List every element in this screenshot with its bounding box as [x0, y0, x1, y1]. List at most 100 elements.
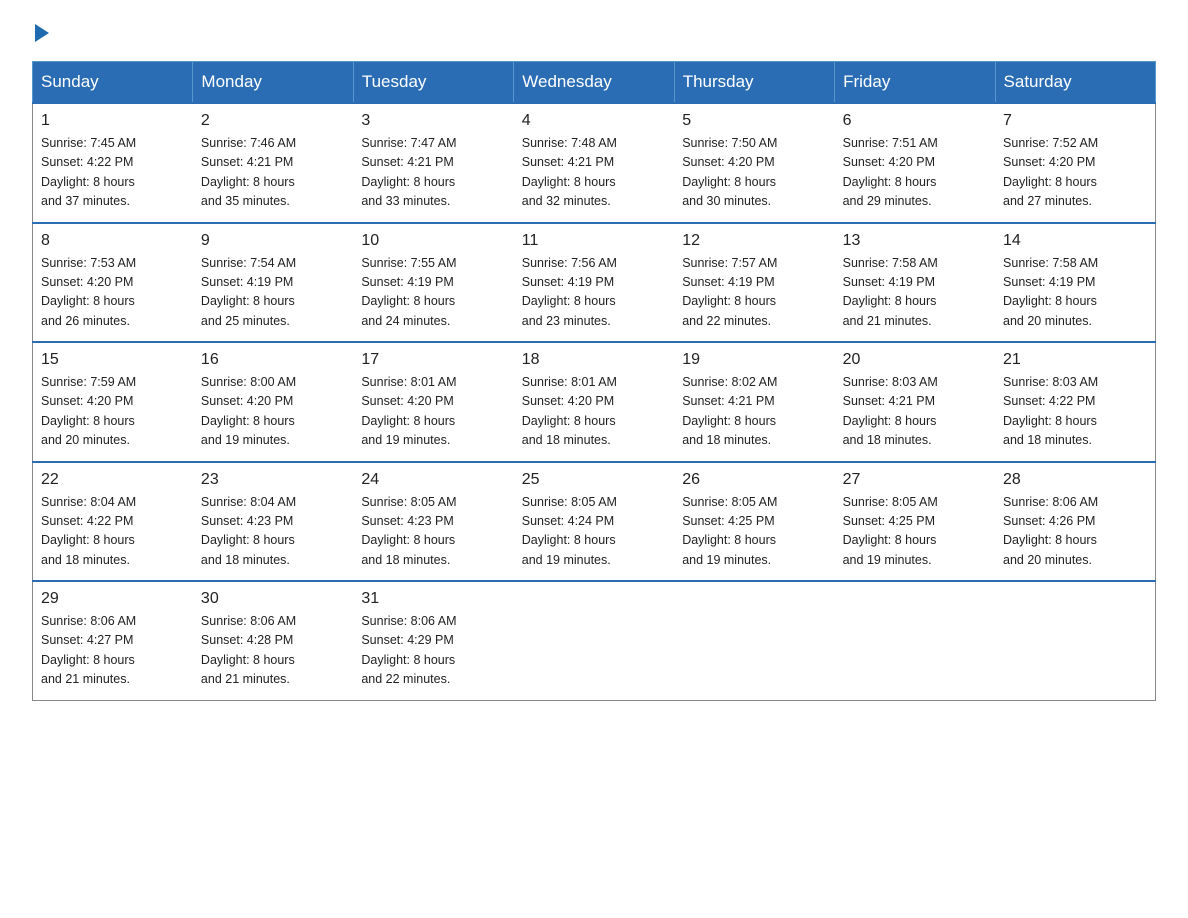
calendar-day-cell: 1 Sunrise: 7:45 AM Sunset: 4:22 PM Daylig…	[33, 103, 193, 223]
day-number: 6	[843, 112, 987, 130]
day-number: 24	[361, 471, 505, 489]
day-number: 14	[1003, 232, 1147, 250]
calendar-day-cell: 22 Sunrise: 8:04 AM Sunset: 4:22 PM Dayli…	[33, 462, 193, 582]
day-info: Sunrise: 7:47 AM Sunset: 4:21 PM Dayligh…	[361, 134, 505, 212]
calendar-day-cell: 27 Sunrise: 8:05 AM Sunset: 4:25 PM Dayli…	[835, 462, 995, 582]
calendar-week-row-2: 8 Sunrise: 7:53 AM Sunset: 4:20 PM Daylig…	[33, 223, 1156, 343]
calendar-day-cell: 26 Sunrise: 8:05 AM Sunset: 4:25 PM Dayli…	[674, 462, 834, 582]
day-info: Sunrise: 8:06 AM Sunset: 4:27 PM Dayligh…	[41, 612, 185, 690]
day-info: Sunrise: 8:02 AM Sunset: 4:21 PM Dayligh…	[682, 373, 826, 451]
day-number: 28	[1003, 471, 1147, 489]
day-number: 30	[201, 590, 345, 608]
day-info: Sunrise: 7:46 AM Sunset: 4:21 PM Dayligh…	[201, 134, 345, 212]
day-info: Sunrise: 8:03 AM Sunset: 4:21 PM Dayligh…	[843, 373, 987, 451]
logo-triangle-icon	[35, 24, 49, 42]
day-info: Sunrise: 7:59 AM Sunset: 4:20 PM Dayligh…	[41, 373, 185, 451]
day-number: 27	[843, 471, 987, 489]
day-number: 21	[1003, 351, 1147, 369]
calendar-day-cell: 18 Sunrise: 8:01 AM Sunset: 4:20 PM Dayli…	[514, 342, 674, 462]
calendar-header-wednesday: Wednesday	[514, 62, 674, 104]
logo	[32, 24, 49, 43]
calendar-day-cell: 28Sunrise: 8:06 AM Sunset: 4:26 PM Dayli…	[995, 462, 1155, 582]
day-info: Sunrise: 8:03 AM Sunset: 4:22 PM Dayligh…	[1003, 373, 1147, 451]
day-info: Sunrise: 7:57 AM Sunset: 4:19 PM Dayligh…	[682, 254, 826, 332]
calendar-day-cell: 23 Sunrise: 8:04 AM Sunset: 4:23 PM Dayli…	[193, 462, 353, 582]
calendar-day-cell	[514, 581, 674, 700]
calendar-header-row: SundayMondayTuesdayWednesdayThursdayFrid…	[33, 62, 1156, 104]
day-number: 23	[201, 471, 345, 489]
calendar-day-cell: 17 Sunrise: 8:01 AM Sunset: 4:20 PM Dayli…	[353, 342, 513, 462]
calendar-day-cell: 9Sunrise: 7:54 AM Sunset: 4:19 PM Daylig…	[193, 223, 353, 343]
day-number: 17	[361, 351, 505, 369]
day-number: 13	[843, 232, 987, 250]
calendar-day-cell: 3 Sunrise: 7:47 AM Sunset: 4:21 PM Daylig…	[353, 103, 513, 223]
calendar-day-cell: 4 Sunrise: 7:48 AM Sunset: 4:21 PM Daylig…	[514, 103, 674, 223]
day-info: Sunrise: 8:01 AM Sunset: 4:20 PM Dayligh…	[361, 373, 505, 451]
calendar-header-thursday: Thursday	[674, 62, 834, 104]
day-number: 22	[41, 471, 185, 489]
calendar-day-cell: 14Sunrise: 7:58 AM Sunset: 4:19 PM Dayli…	[995, 223, 1155, 343]
calendar-week-row-3: 15 Sunrise: 7:59 AM Sunset: 4:20 PM Dayli…	[33, 342, 1156, 462]
day-info: Sunrise: 8:06 AM Sunset: 4:29 PM Dayligh…	[361, 612, 505, 690]
calendar-week-row-5: 29Sunrise: 8:06 AM Sunset: 4:27 PM Dayli…	[33, 581, 1156, 700]
day-info: Sunrise: 8:01 AM Sunset: 4:20 PM Dayligh…	[522, 373, 666, 451]
calendar-day-cell: 8 Sunrise: 7:53 AM Sunset: 4:20 PM Daylig…	[33, 223, 193, 343]
calendar-day-cell: 10Sunrise: 7:55 AM Sunset: 4:19 PM Dayli…	[353, 223, 513, 343]
day-info: Sunrise: 7:50 AM Sunset: 4:20 PM Dayligh…	[682, 134, 826, 212]
day-info: Sunrise: 8:05 AM Sunset: 4:24 PM Dayligh…	[522, 493, 666, 571]
day-number: 15	[41, 351, 185, 369]
day-info: Sunrise: 8:04 AM Sunset: 4:22 PM Dayligh…	[41, 493, 185, 571]
day-number: 9	[201, 232, 345, 250]
day-number: 31	[361, 590, 505, 608]
calendar-day-cell: 21 Sunrise: 8:03 AM Sunset: 4:22 PM Dayli…	[995, 342, 1155, 462]
day-number: 25	[522, 471, 666, 489]
day-number: 3	[361, 112, 505, 130]
calendar-day-cell: 13 Sunrise: 7:58 AM Sunset: 4:19 PM Dayli…	[835, 223, 995, 343]
day-info: Sunrise: 8:06 AM Sunset: 4:28 PM Dayligh…	[201, 612, 345, 690]
calendar-header-sunday: Sunday	[33, 62, 193, 104]
day-number: 1	[41, 112, 185, 130]
calendar-day-cell	[674, 581, 834, 700]
day-number: 12	[682, 232, 826, 250]
calendar-week-row-1: 1 Sunrise: 7:45 AM Sunset: 4:22 PM Daylig…	[33, 103, 1156, 223]
calendar-day-cell: 24Sunrise: 8:05 AM Sunset: 4:23 PM Dayli…	[353, 462, 513, 582]
day-info: Sunrise: 7:48 AM Sunset: 4:21 PM Dayligh…	[522, 134, 666, 212]
calendar-day-cell: 12 Sunrise: 7:57 AM Sunset: 4:19 PM Dayli…	[674, 223, 834, 343]
calendar-header-monday: Monday	[193, 62, 353, 104]
page-header	[32, 24, 1156, 43]
day-info: Sunrise: 7:55 AM Sunset: 4:19 PM Dayligh…	[361, 254, 505, 332]
calendar-header-tuesday: Tuesday	[353, 62, 513, 104]
day-number: 11	[522, 232, 666, 250]
calendar-table: SundayMondayTuesdayWednesdayThursdayFrid…	[32, 61, 1156, 701]
day-number: 7	[1003, 112, 1147, 130]
day-number: 18	[522, 351, 666, 369]
calendar-day-cell: 25 Sunrise: 8:05 AM Sunset: 4:24 PM Dayli…	[514, 462, 674, 582]
calendar-day-cell	[995, 581, 1155, 700]
calendar-day-cell: 30 Sunrise: 8:06 AM Sunset: 4:28 PM Dayli…	[193, 581, 353, 700]
day-info: Sunrise: 7:58 AM Sunset: 4:19 PM Dayligh…	[843, 254, 987, 332]
day-info: Sunrise: 7:45 AM Sunset: 4:22 PM Dayligh…	[41, 134, 185, 212]
calendar-header-saturday: Saturday	[995, 62, 1155, 104]
day-number: 2	[201, 112, 345, 130]
calendar-day-cell: 15 Sunrise: 7:59 AM Sunset: 4:20 PM Dayli…	[33, 342, 193, 462]
day-number: 26	[682, 471, 826, 489]
day-info: Sunrise: 8:04 AM Sunset: 4:23 PM Dayligh…	[201, 493, 345, 571]
calendar-day-cell: 5Sunrise: 7:50 AM Sunset: 4:20 PM Daylig…	[674, 103, 834, 223]
calendar-day-cell: 29Sunrise: 8:06 AM Sunset: 4:27 PM Dayli…	[33, 581, 193, 700]
day-info: Sunrise: 7:52 AM Sunset: 4:20 PM Dayligh…	[1003, 134, 1147, 212]
day-number: 4	[522, 112, 666, 130]
day-info: Sunrise: 7:53 AM Sunset: 4:20 PM Dayligh…	[41, 254, 185, 332]
day-info: Sunrise: 8:05 AM Sunset: 4:25 PM Dayligh…	[682, 493, 826, 571]
calendar-day-cell: 7 Sunrise: 7:52 AM Sunset: 4:20 PM Daylig…	[995, 103, 1155, 223]
day-info: Sunrise: 8:00 AM Sunset: 4:20 PM Dayligh…	[201, 373, 345, 451]
day-number: 16	[201, 351, 345, 369]
day-number: 8	[41, 232, 185, 250]
day-info: Sunrise: 8:05 AM Sunset: 4:25 PM Dayligh…	[843, 493, 987, 571]
day-number: 19	[682, 351, 826, 369]
calendar-week-row-4: 22 Sunrise: 8:04 AM Sunset: 4:22 PM Dayli…	[33, 462, 1156, 582]
calendar-day-cell: 19 Sunrise: 8:02 AM Sunset: 4:21 PM Dayli…	[674, 342, 834, 462]
calendar-day-cell	[835, 581, 995, 700]
calendar-day-cell: 2 Sunrise: 7:46 AM Sunset: 4:21 PM Daylig…	[193, 103, 353, 223]
calendar-header-friday: Friday	[835, 62, 995, 104]
day-info: Sunrise: 7:51 AM Sunset: 4:20 PM Dayligh…	[843, 134, 987, 212]
